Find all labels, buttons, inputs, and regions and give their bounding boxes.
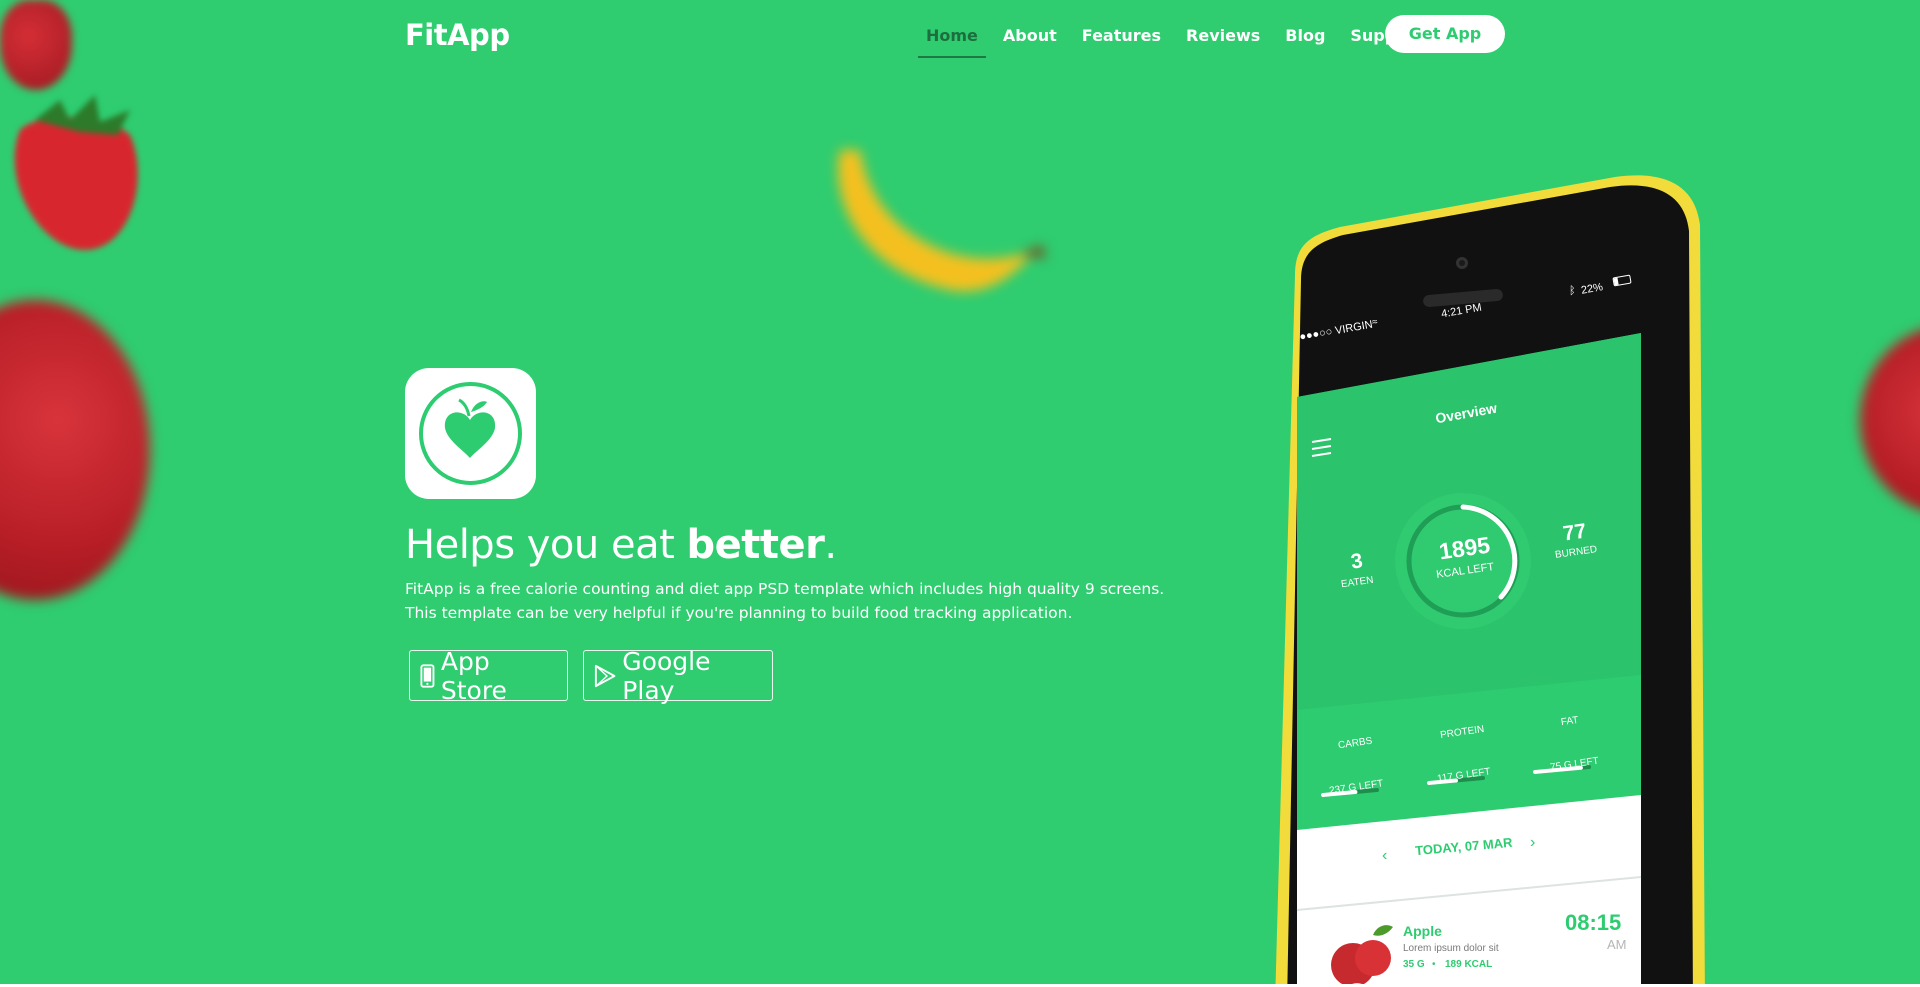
brand-logo[interactable]: FitApp <box>405 18 510 52</box>
wifi-icon: ≈ <box>1371 316 1379 329</box>
macro-carbs-name: CARBS <box>1337 735 1374 752</box>
burned-value: 77 <box>1561 519 1588 546</box>
apple-image <box>1860 325 1920 515</box>
headline-light: Helps you eat <box>405 522 687 568</box>
phone-icon <box>420 663 435 688</box>
google-play-icon <box>594 664 616 687</box>
hero-section: FitApp Home About Features Reviews Blog … <box>0 0 1920 987</box>
entry-grams: 35 G <box>1403 959 1425 970</box>
date-label: TODAY, 07 MAR <box>1414 834 1514 859</box>
app-store-button[interactable]: App Store <box>409 647 568 705</box>
phone-mockup: ‹ › ●●●○○ VIRGIN ≈ 4:21 PM ᛒ 22% Overvie… <box>1265 165 1715 987</box>
battery-icon <box>1612 274 1632 287</box>
nav-item-blog[interactable]: Blog <box>1277 22 1333 49</box>
phone-screen-text: ●●●○○ VIRGIN ≈ 4:21 PM ᛒ 22% Overview 3 … <box>1265 165 1715 987</box>
strawberry-image <box>14 95 138 251</box>
apple-image <box>0 300 150 600</box>
nav-menu: Home About Features Reviews Blog Support <box>918 22 1440 58</box>
status-carrier: ●●●○○ VIRGIN <box>1298 318 1374 344</box>
headline-end: . <box>824 522 837 568</box>
nav-item-reviews[interactable]: Reviews <box>1178 22 1268 49</box>
macro-protein-name: PROTEIN <box>1439 723 1486 742</box>
nav-item-features[interactable]: Features <box>1074 22 1169 49</box>
screen-title: Overview <box>1434 399 1499 427</box>
macro-fat-left: 75 G LEFT <box>1549 755 1600 774</box>
get-app-button[interactable]: Get App <box>1385 15 1505 53</box>
macro-carbs-left: 237 G LEFT <box>1328 778 1384 797</box>
top-navbar: FitApp Home About Features Reviews Blog … <box>0 0 1920 70</box>
nav-item-about[interactable]: About <box>995 22 1065 49</box>
headline-bold: better <box>686 522 825 568</box>
eaten-label: EATEN <box>1340 574 1375 591</box>
entry-name: Apple <box>1403 923 1442 939</box>
entry-kcal: 189 KCAL <box>1445 959 1493 970</box>
macro-fat-name: FAT <box>1560 714 1580 729</box>
google-play-button[interactable]: Google Play <box>583 647 773 705</box>
burned-label: BURNED <box>1554 544 1598 561</box>
status-battery: 22% <box>1580 281 1604 297</box>
entry-desc: Lorem ipsum dolor sit <box>1403 943 1499 954</box>
macro-protein-left: 117 G LEFT <box>1436 766 1492 785</box>
banana-image <box>838 150 1046 292</box>
app-logo-icon <box>405 368 536 499</box>
heart-apple-icon <box>444 398 496 458</box>
hero-description: FitApp is a free calorie counting and di… <box>405 580 1165 622</box>
entry-ampm: AM <box>1607 937 1627 952</box>
bluetooth-icon: ᛒ <box>1569 285 1576 297</box>
google-play-label: Google Play <box>622 646 711 705</box>
eaten-value: 3 <box>1349 549 1365 574</box>
app-store-label: App Store <box>440 646 507 705</box>
status-time: 4:21 PM <box>1440 301 1483 321</box>
kcal-value: 1895 <box>1437 531 1492 565</box>
hero-headline: Helps you eat better. <box>405 522 837 568</box>
entry-time: 08:15 <box>1565 910 1622 935</box>
nav-item-home[interactable]: Home <box>918 22 986 58</box>
entry-dot: • <box>1432 959 1436 970</box>
